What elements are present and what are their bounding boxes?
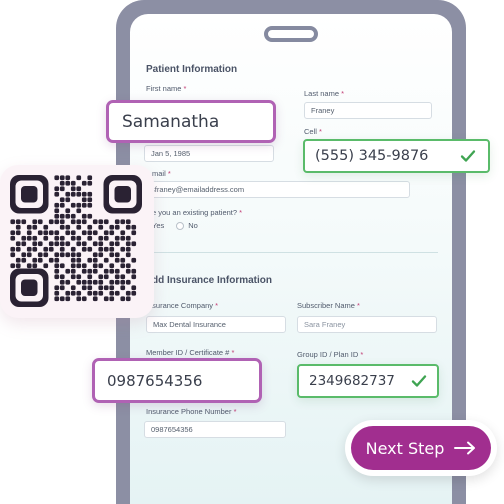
radio-no-label: No — [188, 221, 198, 230]
email-label: mail * — [152, 169, 171, 178]
tablet-camera — [264, 26, 318, 42]
group-id-callout-field[interactable]: 2349682737 — [297, 364, 439, 398]
subscriber-name-field[interactable]: Sara Franey — [297, 316, 437, 333]
member-id-callout-field[interactable]: 0987654356 — [92, 358, 262, 403]
member-id-label: Member ID / Certificate # * — [146, 348, 235, 357]
subscriber-name-label: Subscriber Name * — [297, 301, 360, 310]
check-icon — [460, 150, 476, 162]
cell-callout-field[interactable]: (555) 345-9876 — [303, 139, 490, 173]
cell-value: (555) 345-9876 — [315, 148, 429, 164]
group-id-value: 2349682737 — [309, 373, 395, 389]
dob-field[interactable]: Jan 5, 1985 — [144, 145, 274, 162]
cell-label: Cell * — [304, 127, 322, 136]
member-id-value: 0987654356 — [107, 371, 203, 390]
next-step-label: Next Step — [365, 438, 445, 458]
insurance-phone-field[interactable]: 0987654356 — [144, 421, 286, 438]
insurance-company-label: nsurance Company * — [148, 301, 219, 310]
first-name-label: First name * — [146, 84, 187, 93]
insurance-section-title: dd Insurance Information — [152, 275, 273, 286]
arrow-right-icon — [454, 441, 476, 455]
email-field[interactable]: sfraney@emailaddress.com — [144, 181, 410, 198]
last-name-field[interactable]: Franey — [304, 102, 432, 119]
insurance-phone-label: Insurance Phone Number * — [146, 407, 237, 416]
insurance-company-field[interactable]: Max Dental Insurance — [146, 316, 286, 333]
first-name-value: Samanatha — [122, 111, 220, 132]
radio-no[interactable] — [176, 221, 185, 230]
group-id-label: Group ID / Plan ID * — [297, 350, 364, 359]
first-name-callout-field[interactable]: Samanatha — [106, 100, 276, 143]
check-icon — [411, 375, 427, 387]
last-name-label: Last name * — [304, 89, 345, 98]
section-divider — [152, 252, 438, 253]
existing-patient-label: e you an existing patient? * — [152, 208, 243, 217]
next-step-button[interactable]: Next Step — [351, 426, 491, 470]
next-step-button-frame: Next Step — [345, 420, 497, 476]
patient-section-title: Patient Information — [146, 64, 238, 75]
qr-code-icon — [10, 175, 142, 307]
existing-patient-options: Yes No — [152, 221, 198, 230]
qr-code-card — [0, 165, 154, 318]
